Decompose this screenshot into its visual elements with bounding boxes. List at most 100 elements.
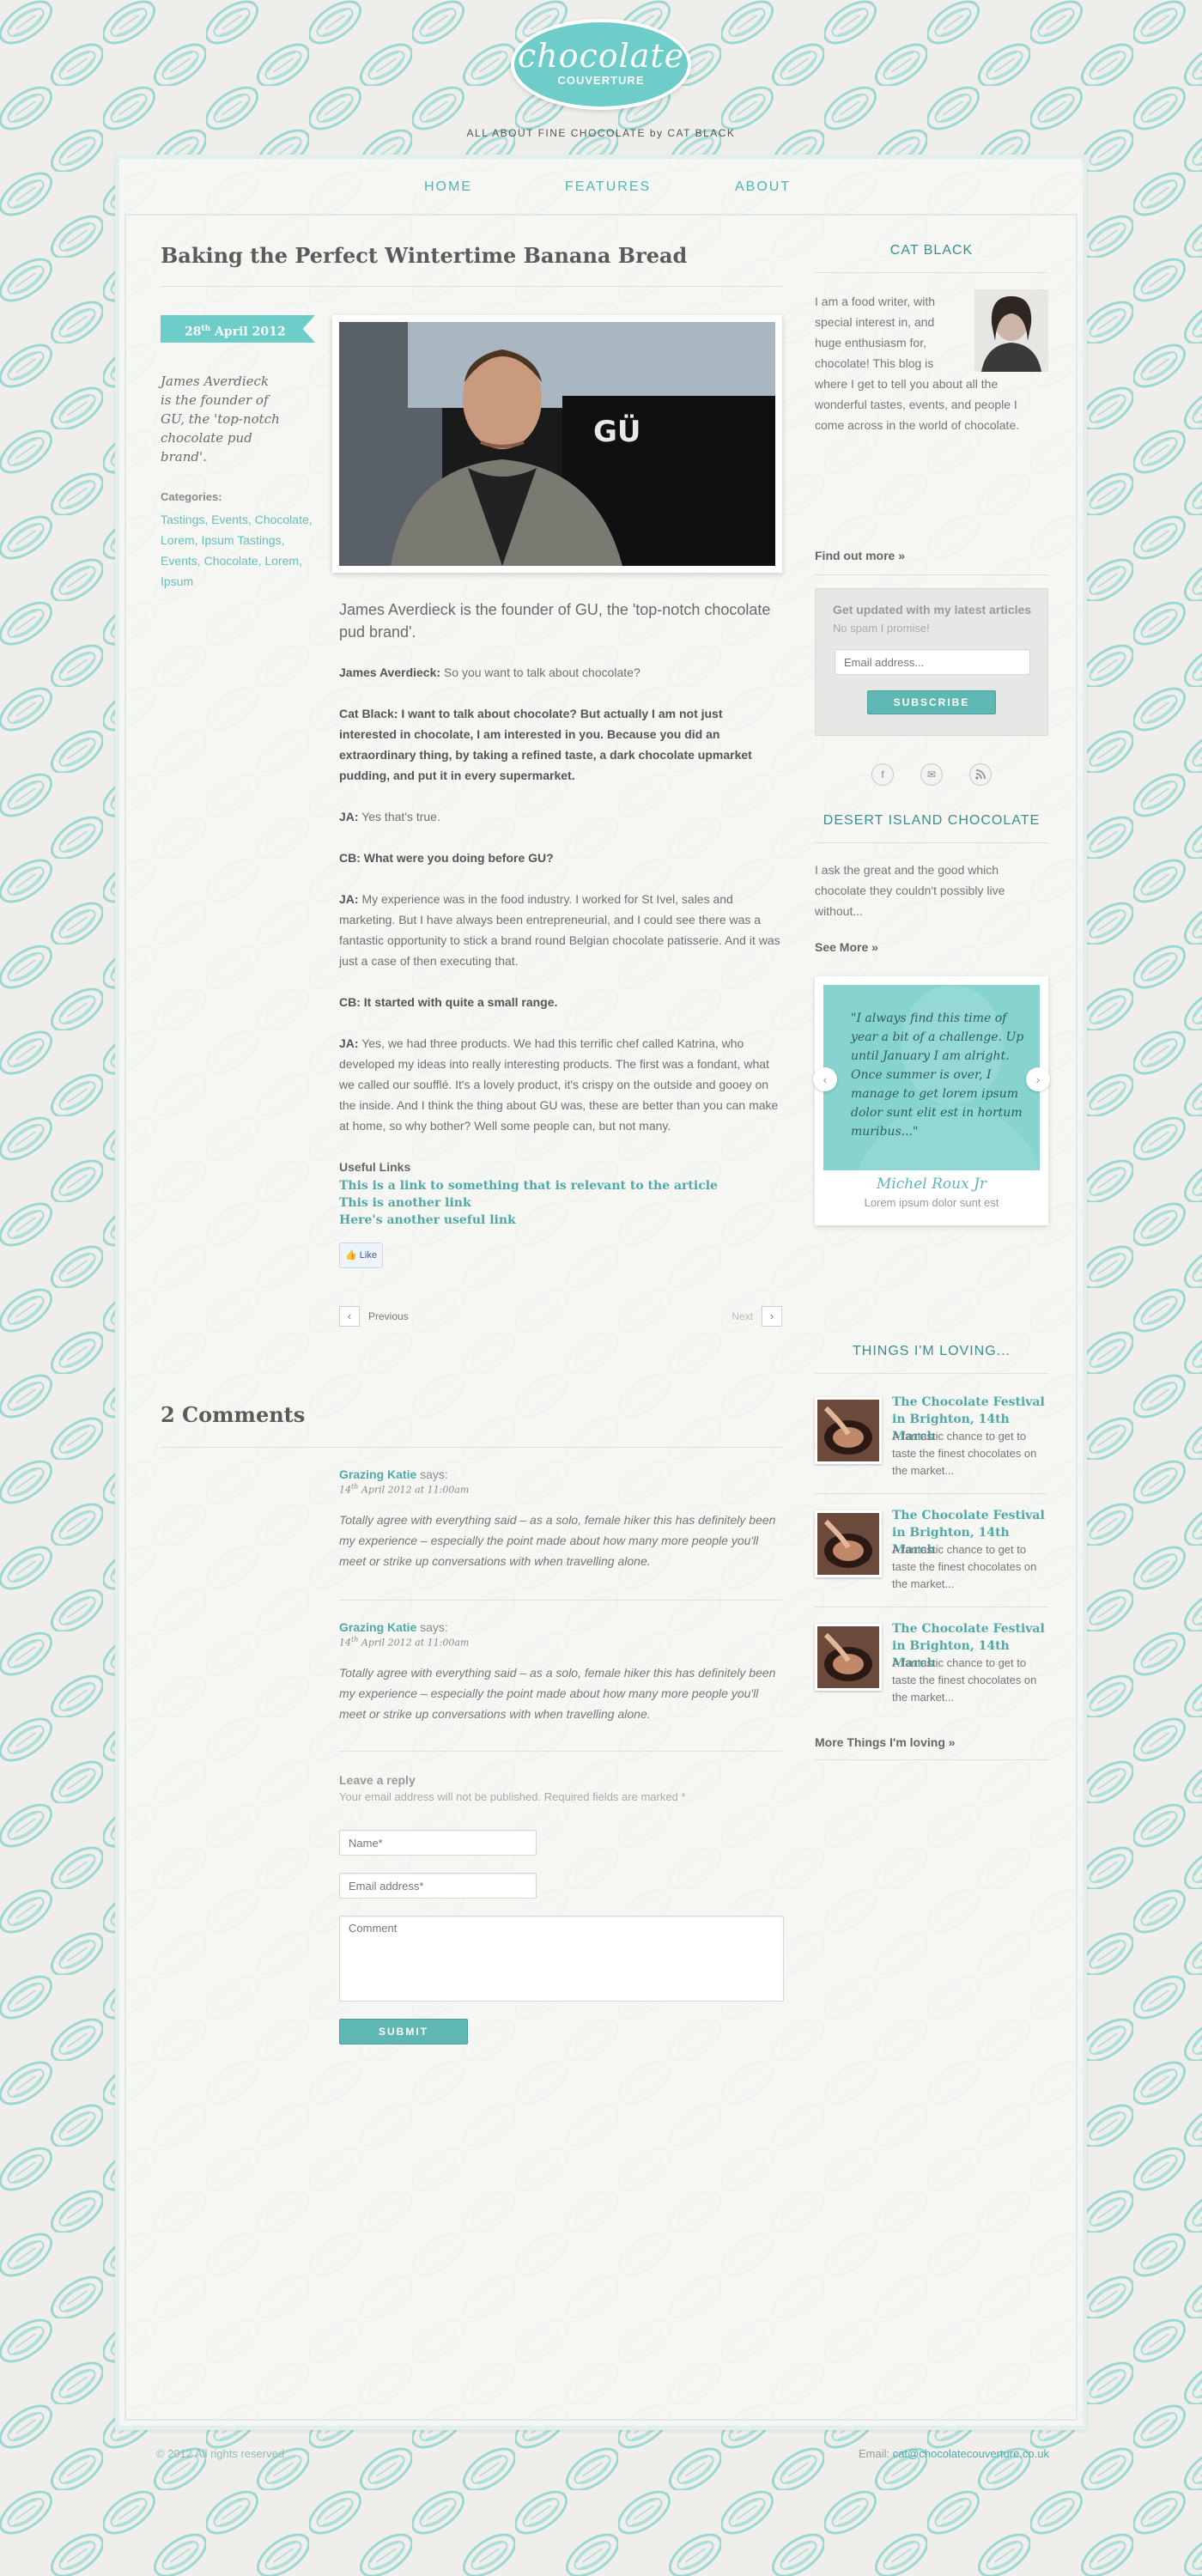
chevron-right-icon: › xyxy=(769,1309,774,1322)
loving-item[interactable]: The Chocolate Festival in Brighton, 14th… xyxy=(815,1394,1048,1488)
slide-person-name: Michel Roux Jr xyxy=(876,1176,987,1193)
divider xyxy=(161,1447,782,1448)
comment-field[interactable] xyxy=(339,1916,784,2002)
desert-island-text: I ask the great and the good which choco… xyxy=(815,863,1005,918)
paragraph: JA: My experience was in the food indust… xyxy=(339,889,782,971)
divider xyxy=(815,1759,1048,1760)
nav-about[interactable]: ABOUT xyxy=(735,179,791,195)
slide-image: "I always find this time of year a bit o… xyxy=(823,985,1040,1170)
nav-home[interactable]: HOME xyxy=(424,179,472,195)
comment-author-name[interactable]: Grazing Katie xyxy=(339,1620,416,1634)
photo-brand-text: GÜ xyxy=(593,415,641,449)
comment-says: says: xyxy=(416,1620,448,1634)
comment-author: Grazing Katie says: xyxy=(339,1620,786,1634)
paragraph: Cat Black: I want to talk about chocolat… xyxy=(339,703,782,786)
date-suffix: th xyxy=(201,325,211,333)
paragraph-text: What were you doing before GU? xyxy=(360,851,554,865)
facebook-like-button[interactable]: 👍 Like xyxy=(339,1242,383,1268)
previous-label[interactable]: Previous xyxy=(368,1310,409,1322)
email-icon[interactable]: ✉ xyxy=(920,763,943,786)
divider xyxy=(815,574,1048,575)
comment-says: says: xyxy=(416,1467,448,1481)
divider xyxy=(161,286,782,287)
newsletter-box: Get updated with my latest articles No s… xyxy=(815,588,1048,736)
reply-note: Your email address will not be published… xyxy=(339,1790,686,1803)
email-field[interactable] xyxy=(339,1873,537,1899)
comment-date: 14th April 2012 at 11:00am xyxy=(339,1636,786,1649)
paragraph: CB: What were you doing before GU? xyxy=(339,848,782,868)
comment-date-rest: April 2012 at 11:00am xyxy=(358,1637,470,1649)
page-container: HOME FEATURES ABOUT Baking the Perfect W… xyxy=(115,155,1087,2430)
divider xyxy=(815,1373,1048,1374)
paragraph-text: So you want to talk about chocolate? xyxy=(440,665,640,679)
loving-thumbnail xyxy=(815,1624,882,1691)
newsletter-title: Get updated with my latest articles xyxy=(833,603,1032,617)
like-label: Like xyxy=(359,1250,377,1261)
paragraph: JA: Yes, we had three products. We had t… xyxy=(339,1033,782,1136)
speaker: Cat Black: xyxy=(339,707,398,720)
facebook-icon[interactable]: f xyxy=(871,763,894,786)
comment-author: Grazing Katie says: xyxy=(339,1467,786,1481)
speaker: JA: xyxy=(339,1036,359,1050)
loving-item[interactable]: The Chocolate Festival in Brighton, 14th… xyxy=(815,1620,1048,1715)
comment-date-rest: April 2012 at 11:00am xyxy=(358,1484,470,1496)
date-rest: April 2012 xyxy=(210,325,286,339)
comments-title: 2 Comments xyxy=(161,1402,306,1427)
categories-label: Categories: xyxy=(161,490,222,503)
paragraph: JA: Yes that's true. xyxy=(339,806,782,827)
newsletter-email-input[interactable] xyxy=(835,649,1030,675)
loving-item-desc: A fantastic chance to get to taste the f… xyxy=(892,1543,1037,1590)
useful-link[interactable]: This is a link to something that is rele… xyxy=(339,1177,782,1194)
desert-island-title: DESERT ISLAND CHOCOLATE xyxy=(823,813,1041,828)
loving-thumbnail xyxy=(815,1510,882,1577)
loving-item-desc: A fantastic chance to get to taste the f… xyxy=(892,1656,1037,1704)
categories-list[interactable]: Tastings, Events, Chocolate, Lorem, Ipsu… xyxy=(161,509,315,592)
subscribe-button[interactable]: SUBSCRIBE xyxy=(867,690,996,714)
speaker: JA: xyxy=(339,810,359,823)
comment-body: Totally agree with everything said – as … xyxy=(339,1512,776,1568)
footer-email: Email: cat@chocolatecouverture.co.uk xyxy=(859,2447,1049,2460)
article-body: James Averdieck is the founder of GU, th… xyxy=(339,598,782,1268)
logo-wordmark: chocolate xyxy=(517,37,685,75)
comment: Grazing Katie says: 14th April 2012 at 1… xyxy=(339,1467,786,1571)
speaker: James Averdieck: xyxy=(339,665,441,679)
see-more-link[interactable]: See More » xyxy=(815,940,878,954)
speaker: CB: xyxy=(339,851,361,865)
comment-author-name[interactable]: Grazing Katie xyxy=(339,1467,416,1481)
useful-link[interactable]: This is another link xyxy=(339,1194,782,1212)
next-button[interactable]: › xyxy=(762,1306,782,1327)
divider xyxy=(815,1493,1048,1494)
previous-button[interactable]: ‹ xyxy=(339,1306,360,1327)
paragraph-text: Yes, we had three products. We had this … xyxy=(339,1036,779,1133)
rss-icon[interactable] xyxy=(969,763,992,786)
name-field[interactable] xyxy=(339,1830,537,1856)
divider xyxy=(815,272,1048,273)
more-loving-link[interactable]: More Things I'm loving » xyxy=(815,1735,956,1749)
paragraph: James Averdieck: So you want to talk abo… xyxy=(339,662,782,683)
next-label[interactable]: Next xyxy=(732,1310,753,1322)
paragraph-text: Yes that's true. xyxy=(358,810,440,823)
slider-next-button[interactable]: › xyxy=(1026,1067,1050,1091)
copyright: © 2012 All rights reserved xyxy=(156,2447,285,2460)
slide-quote: "I always find this time of year a bit o… xyxy=(851,1012,1024,1139)
paragraph-text: My experience was in the food industry. … xyxy=(339,892,780,968)
find-out-more-link[interactable]: Find out more » xyxy=(815,549,905,562)
paragraph-text: I want to talk about chocolate? But actu… xyxy=(339,707,752,782)
paragraph-text: It started with quite a small range. xyxy=(360,995,558,1009)
site-logo[interactable]: chocolate COUVERTURE xyxy=(511,19,691,110)
useful-link[interactable]: Here's another useful link xyxy=(339,1212,782,1229)
footer-email-link[interactable]: cat@chocolatecouverture.co.uk xyxy=(893,2447,1049,2460)
side-quote: James Averdieck is the founder of GU, th… xyxy=(161,374,280,465)
comment-body: Totally agree with everything said – as … xyxy=(339,1665,776,1721)
thumbnail-illustration xyxy=(817,1400,879,1461)
useful-links-title: Useful Links xyxy=(339,1160,411,1174)
submit-button[interactable]: SUBMIT xyxy=(339,2019,468,2044)
speaker: CB: xyxy=(339,995,361,1009)
loving-thumbnail xyxy=(815,1397,882,1464)
post-photo: GÜ xyxy=(332,315,782,573)
newsletter-note: No spam I promise! xyxy=(833,622,930,635)
nav-features[interactable]: FEATURES xyxy=(565,179,651,195)
slider-prev-button[interactable]: ‹ xyxy=(813,1067,837,1091)
loving-item[interactable]: The Chocolate Festival in Brighton, 14th… xyxy=(815,1507,1048,1601)
thumbnail-illustration xyxy=(817,1513,879,1575)
